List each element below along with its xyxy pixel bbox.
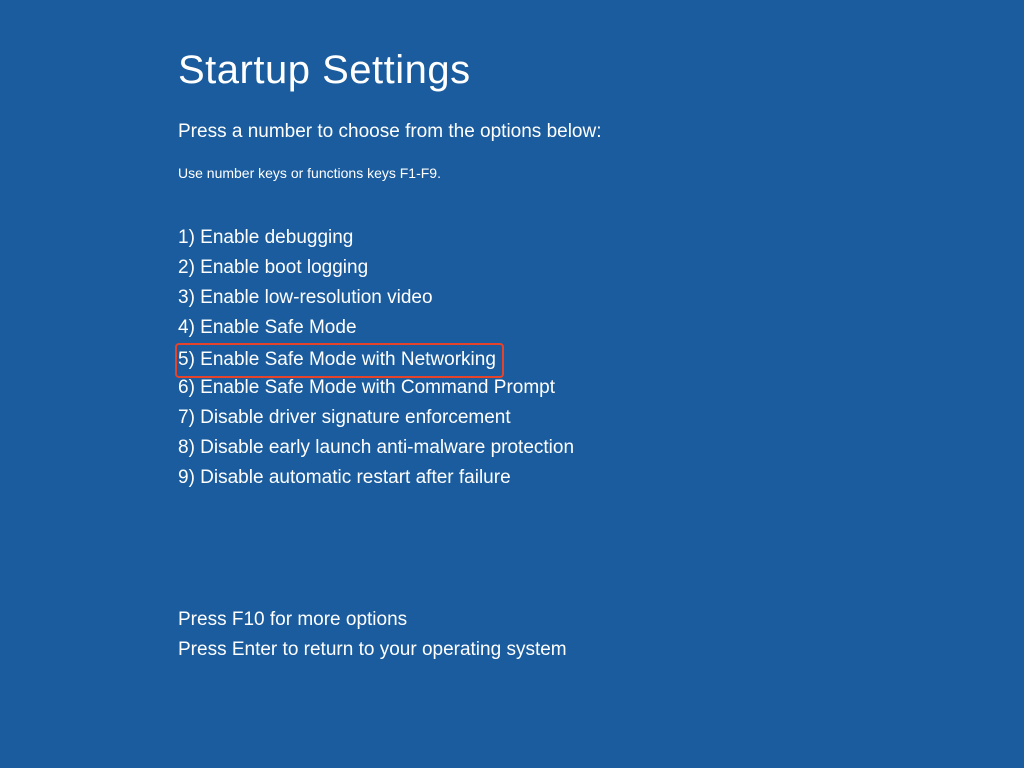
option-8[interactable]: 8) Disable early launch anti-malware pro… (178, 433, 574, 463)
option-2[interactable]: 2) Enable boot logging (178, 253, 368, 283)
option-9[interactable]: 9) Disable automatic restart after failu… (178, 463, 511, 493)
keyboard-hint: Use number keys or functions keys F1-F9. (178, 165, 1024, 181)
options-list: 1) Enable debugging 2) Enable boot loggi… (178, 223, 1024, 493)
option-3[interactable]: 3) Enable low-resolution video (178, 283, 433, 313)
return-text: Press Enter to return to your operating … (178, 635, 1024, 665)
option-6[interactable]: 6) Enable Safe Mode with Command Prompt (178, 373, 555, 403)
startup-settings-screen: Startup Settings Press a number to choos… (0, 0, 1024, 665)
page-title: Startup Settings (178, 48, 1024, 93)
option-1[interactable]: 1) Enable debugging (178, 223, 353, 253)
subtitle-text: Press a number to choose from the option… (178, 121, 1024, 143)
footer-instructions: Press F10 for more options Press Enter t… (178, 605, 1024, 665)
option-4[interactable]: 4) Enable Safe Mode (178, 313, 357, 343)
more-options-text: Press F10 for more options (178, 605, 1024, 635)
option-7[interactable]: 7) Disable driver signature enforcement (178, 403, 511, 433)
